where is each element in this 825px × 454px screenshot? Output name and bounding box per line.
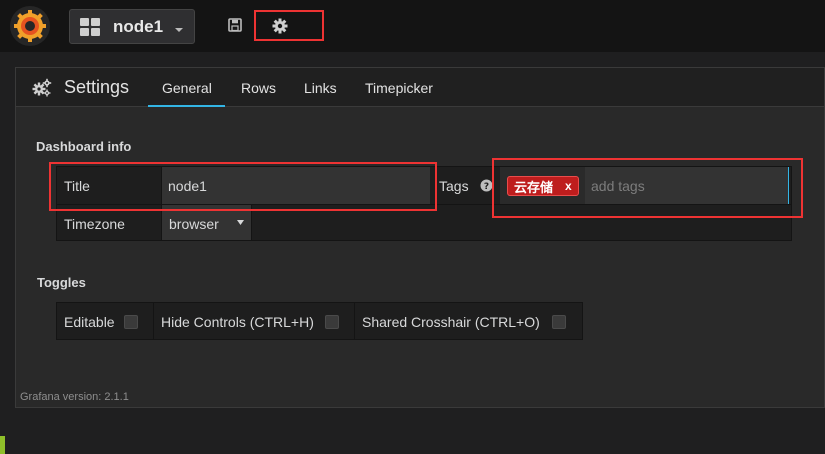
caret-down-icon (237, 220, 244, 225)
tab-rows[interactable]: Rows (241, 80, 276, 96)
shared-crosshair-label: Shared Crosshair (CTRL+O) (362, 314, 540, 330)
tags-label: Tags (439, 178, 469, 194)
settings-title: Settings (64, 77, 130, 97)
divider (251, 205, 252, 240)
grafana-version: Grafana version: 2.1.1 (20, 391, 129, 403)
svg-text:?: ? (484, 182, 489, 192)
dashboard-picker-button[interactable]: node1 (69, 9, 195, 44)
toggles-heading: Toggles (37, 275, 86, 290)
settings-button[interactable] (254, 10, 324, 41)
shared-crosshair-checkbox[interactable] (552, 315, 566, 329)
top-navbar: node1 (0, 0, 825, 52)
grafana-logo-icon[interactable] (10, 6, 50, 46)
divider (354, 303, 355, 339)
dashboard-name: node1 (113, 16, 164, 36)
tab-timepicker[interactable]: Timepicker (365, 80, 433, 96)
tags-input-placeholder: add tags (591, 178, 645, 194)
save-icon[interactable] (226, 16, 244, 34)
row-collapse-marker[interactable] (0, 436, 5, 454)
timezone-value: browser (169, 216, 219, 232)
timezone-label: Timezone (64, 216, 125, 232)
dashboard-info-heading: Dashboard info (36, 139, 132, 154)
tab-links[interactable]: Links (304, 80, 337, 96)
cogs-icon (32, 78, 52, 97)
tag-remove-button[interactable]: x (565, 179, 572, 193)
tag-badge: 云存储 x (507, 176, 579, 196)
gear-icon (272, 18, 288, 33)
editable-label: Editable (64, 314, 115, 330)
caret-down-icon (175, 27, 184, 32)
title-input-value: node1 (168, 178, 207, 194)
hide-controls-checkbox[interactable] (325, 315, 339, 329)
editable-checkbox[interactable] (124, 315, 138, 329)
active-tab-indicator (148, 105, 225, 107)
title-label: Title (64, 178, 90, 194)
hide-controls-label: Hide Controls (CTRL+H) (161, 314, 314, 330)
dashboard-grid-icon (80, 17, 100, 36)
question-circle-icon[interactable]: ? (480, 179, 493, 192)
tag-label: 云存储 (514, 179, 554, 195)
divider (153, 303, 154, 339)
tab-general[interactable]: General (162, 80, 212, 96)
settings-header: Settings General Rows Links Timepicker (16, 68, 824, 107)
